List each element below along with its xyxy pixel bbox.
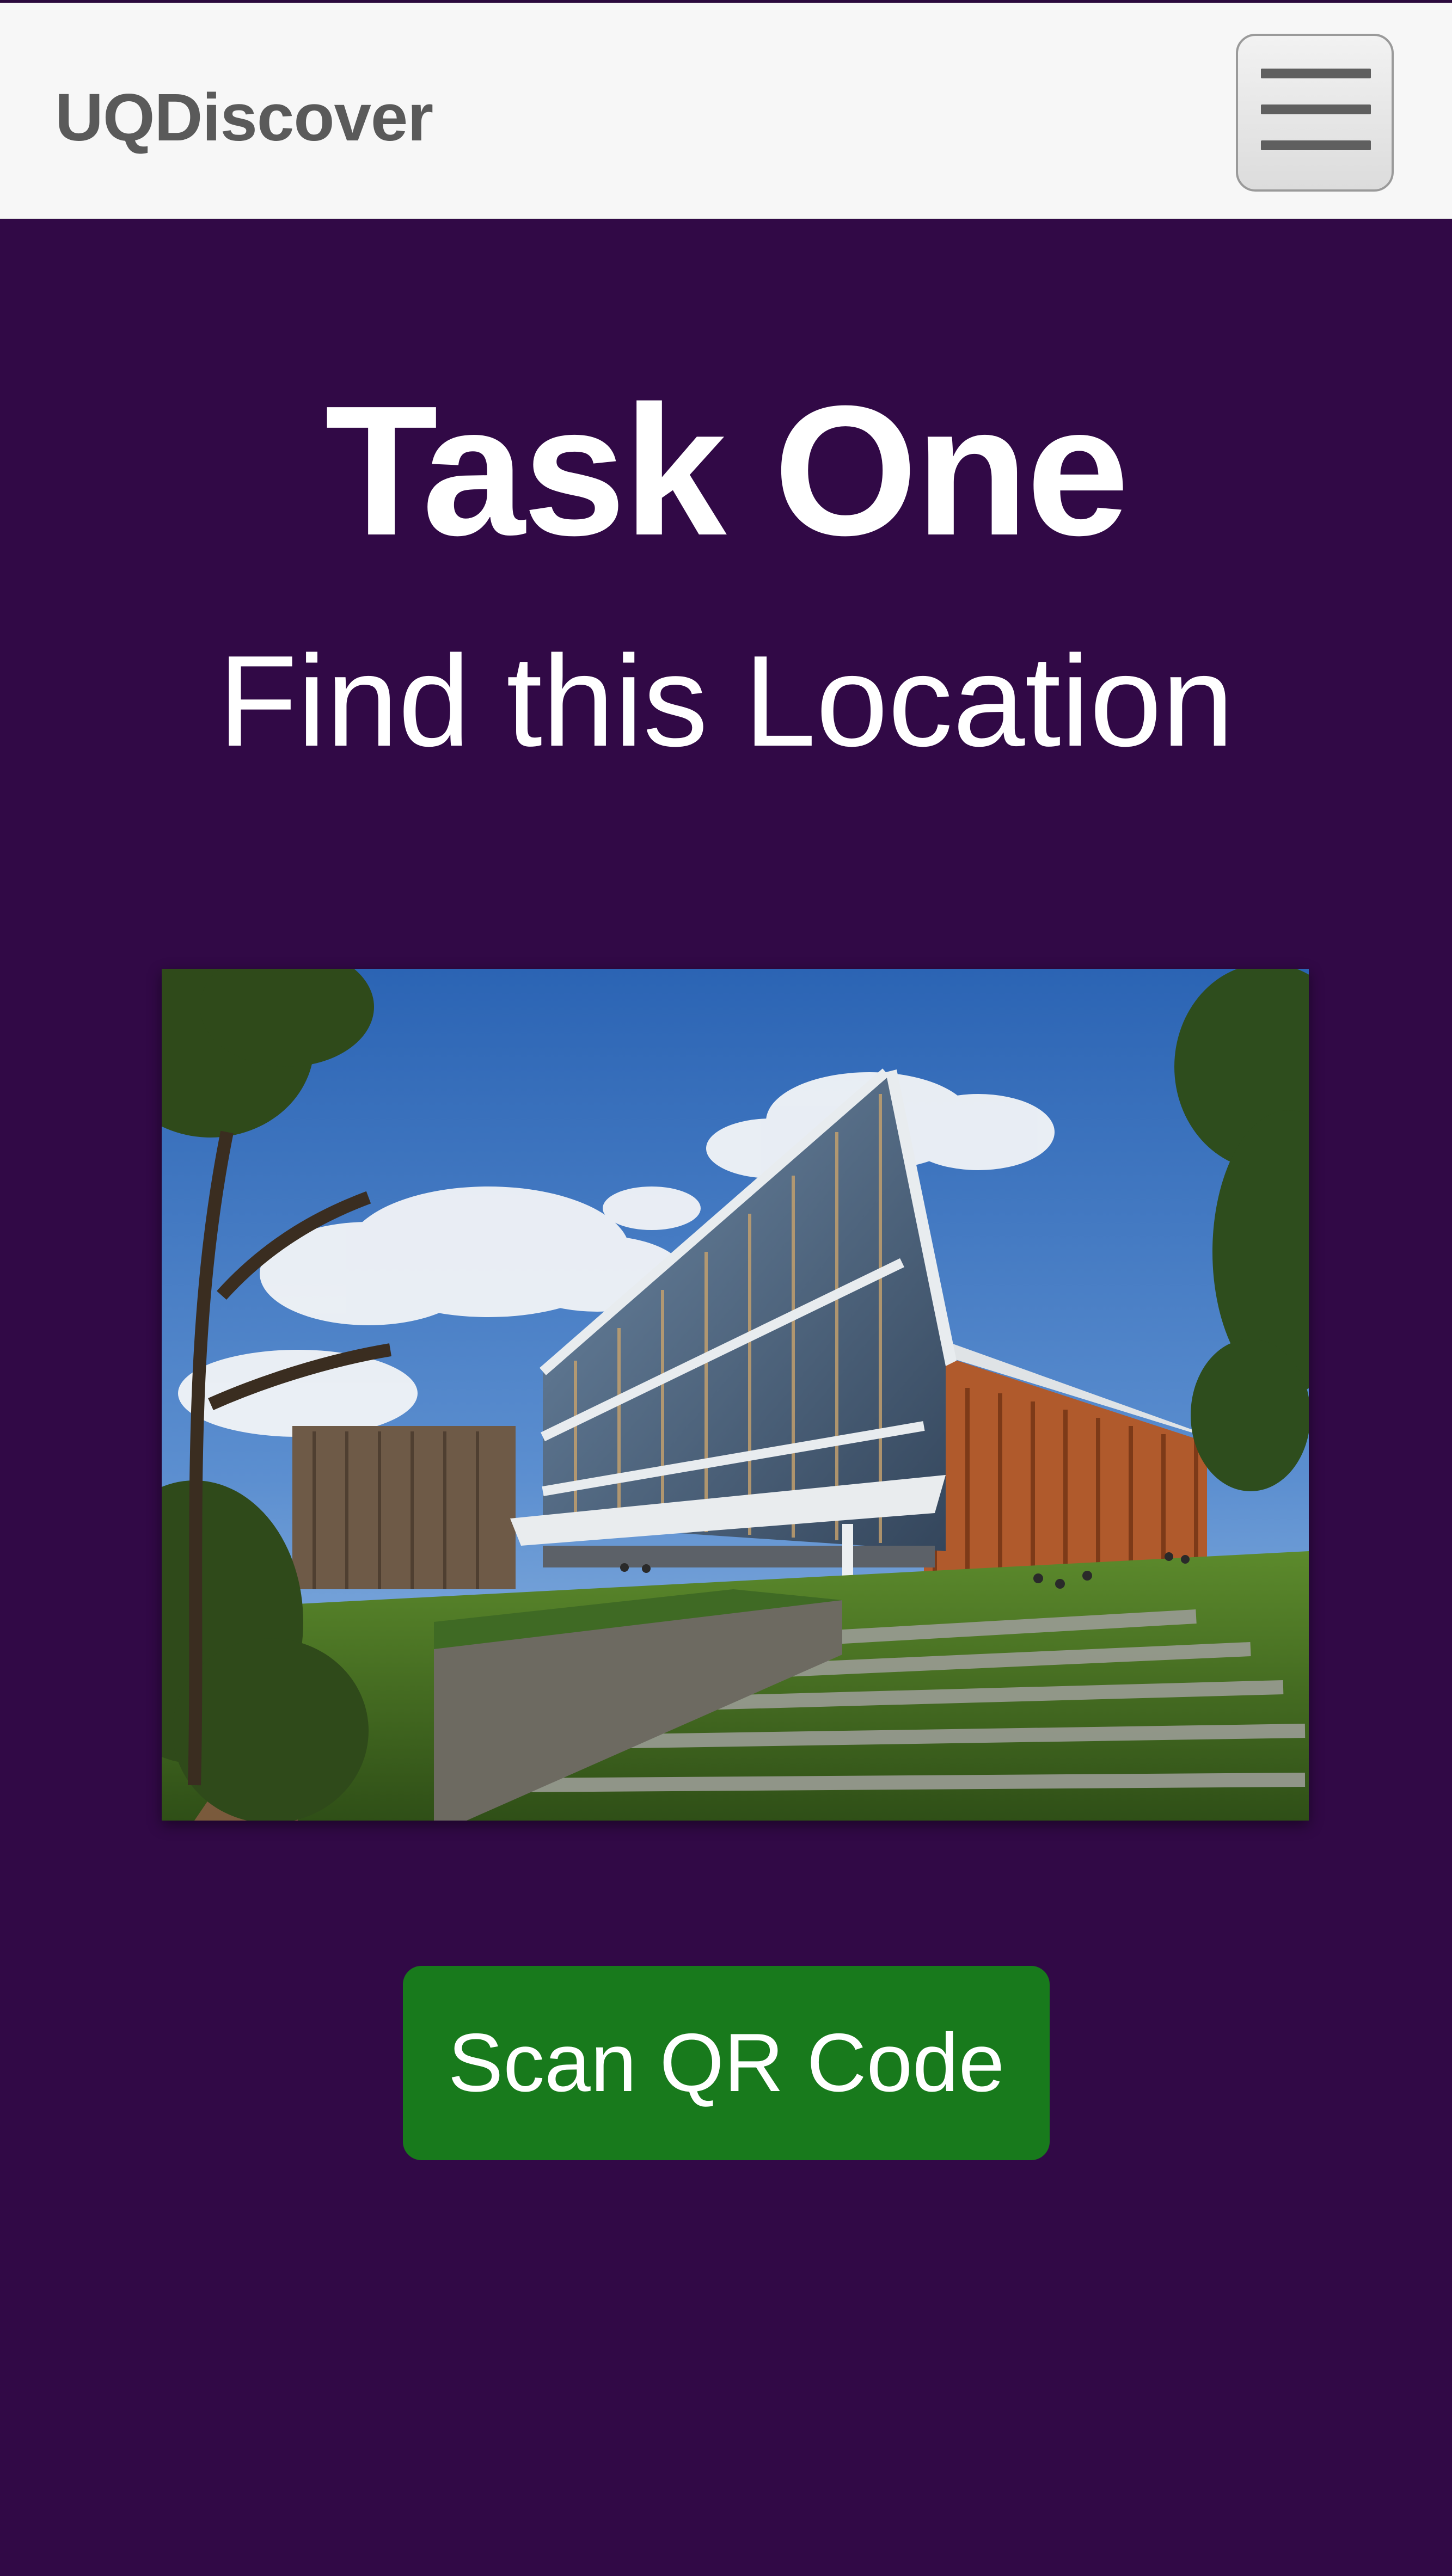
page-subtitle: Find this Location xyxy=(218,629,1234,773)
hamburger-menu-icon-bar xyxy=(1261,104,1371,114)
menu-toggle-button[interactable] xyxy=(1236,34,1394,192)
hamburger-menu-icon-bar xyxy=(1261,140,1371,150)
scan-qr-code-button[interactable]: Scan QR Code xyxy=(403,1966,1050,2160)
hamburger-menu-icon xyxy=(1261,69,1371,78)
location-photo xyxy=(162,969,1309,1821)
page-title: Task One xyxy=(324,367,1129,574)
navbar: UQDiscover xyxy=(0,0,1452,219)
brand-logo[interactable]: UQDiscover xyxy=(55,84,433,151)
